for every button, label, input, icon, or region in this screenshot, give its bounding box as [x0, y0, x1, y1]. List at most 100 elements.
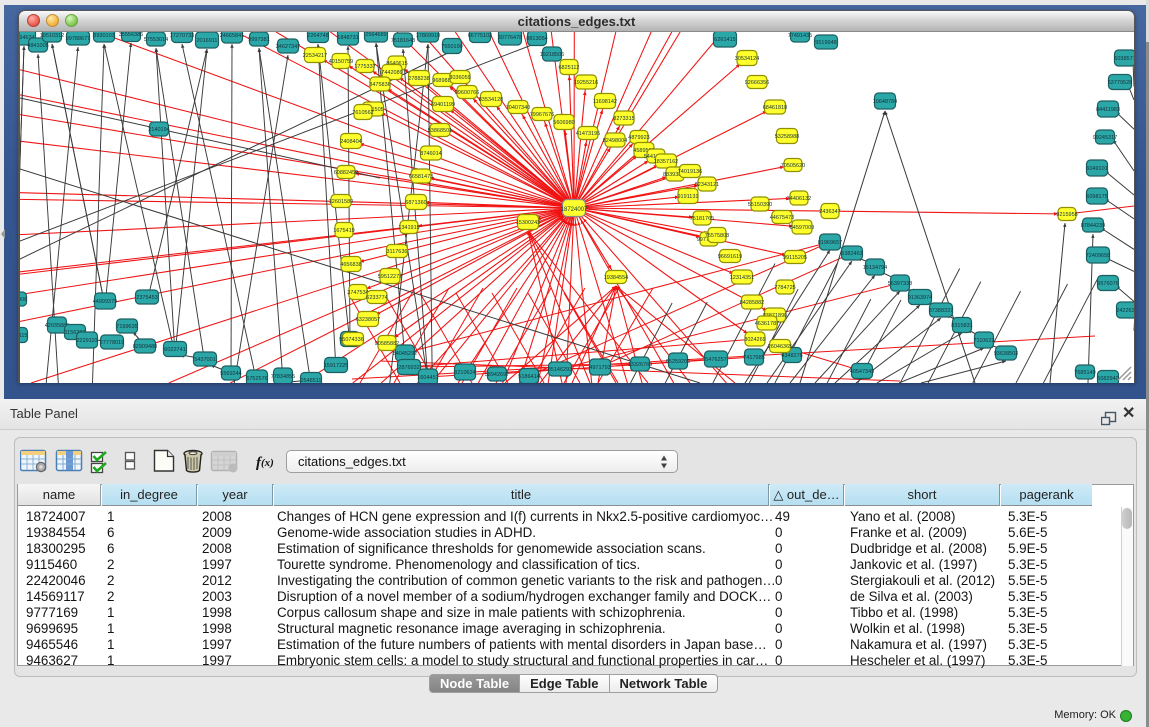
svg-text:87388337: 87388337	[929, 308, 953, 314]
svg-text:3475836: 3475836	[369, 82, 390, 88]
svg-text:8273315: 8273315	[613, 116, 634, 122]
svg-text:30534124: 30534124	[735, 56, 759, 62]
svg-text:5437001: 5437001	[194, 357, 215, 363]
svg-text:1848731: 1848731	[337, 35, 358, 41]
svg-text:70505620: 70505620	[781, 163, 805, 169]
svg-text:6049101: 6049101	[1086, 166, 1107, 172]
svg-text:2876932: 2876932	[398, 365, 419, 371]
svg-text:99245317: 99245317	[1093, 135, 1117, 141]
svg-text:53868501: 53868501	[428, 128, 452, 134]
svg-text:5074336: 5074336	[342, 337, 363, 343]
svg-text:8210624: 8210624	[454, 370, 475, 376]
svg-text:83534128: 83534128	[479, 97, 503, 103]
svg-text:44675473: 44675473	[770, 215, 794, 221]
svg-text:99600766: 99600766	[455, 90, 479, 96]
svg-text:15917225: 15917225	[324, 363, 348, 369]
svg-text:26046365: 26046365	[768, 344, 792, 350]
svg-text:7610562: 7610562	[352, 110, 373, 116]
svg-text:18724007: 18724007	[561, 207, 588, 213]
svg-text:82498004: 82498004	[603, 138, 627, 144]
svg-text:24665841: 24665841	[220, 33, 244, 39]
svg-text:93638503: 93638503	[994, 351, 1018, 357]
svg-text:62343121: 62343121	[695, 182, 719, 188]
svg-text:8315831: 8315831	[951, 323, 972, 329]
svg-text:2788238: 2788238	[408, 76, 429, 82]
svg-text:9576076: 9576076	[1097, 281, 1118, 287]
svg-text:2408404: 2408404	[340, 139, 361, 145]
svg-text:65259205: 65259205	[666, 359, 690, 365]
svg-text:53258988: 53258988	[775, 134, 799, 140]
svg-text:84285882: 84285882	[740, 300, 764, 306]
svg-text:4348276: 4348276	[781, 353, 802, 359]
svg-text:2564689: 2564689	[365, 32, 386, 38]
svg-text:10648784: 10648784	[873, 99, 897, 105]
svg-text:2422633: 2422633	[1116, 308, 1134, 314]
svg-text:84411983: 84411983	[1096, 107, 1120, 113]
svg-text:19510312: 19510312	[40, 33, 64, 39]
svg-text:15300243: 15300243	[516, 220, 540, 226]
svg-text:68461818: 68461818	[763, 105, 787, 111]
svg-text:7417985: 7417985	[743, 355, 764, 361]
svg-text:1604451: 1604451	[417, 375, 438, 381]
svg-text:7110622: 7110622	[973, 338, 994, 344]
svg-text:77834855: 77834855	[271, 374, 295, 380]
svg-text:9191131: 9191131	[677, 194, 698, 200]
svg-text:26090908: 26090908	[20, 297, 27, 303]
svg-text:9519948: 9519948	[815, 40, 836, 46]
svg-text:96691619: 96691619	[718, 254, 742, 260]
svg-text:5682940: 5682940	[1097, 376, 1118, 382]
svg-text:11698142: 11698142	[593, 99, 617, 105]
svg-text:6871360: 6871360	[405, 200, 426, 206]
svg-text:7784725: 7784725	[774, 285, 795, 291]
svg-text:99115205: 99115205	[783, 255, 807, 261]
svg-text:44999379: 44999379	[93, 299, 117, 305]
svg-text:60882459: 60882459	[334, 170, 358, 176]
svg-text:1675419: 1675419	[333, 228, 354, 234]
svg-text:55150390: 55150390	[748, 202, 772, 208]
svg-text:75181648: 75181648	[391, 38, 415, 44]
svg-text:92666356: 92666356	[745, 80, 769, 86]
svg-text:34406132: 34406132	[787, 196, 811, 202]
svg-text:2229110: 2229110	[76, 338, 97, 344]
svg-text:46361787: 46361787	[755, 321, 779, 327]
svg-text:6752576: 6752576	[246, 376, 267, 382]
svg-text:8813054: 8813054	[526, 36, 547, 42]
svg-text:82909480: 82909480	[133, 344, 157, 350]
svg-text:22534217: 22534217	[303, 53, 327, 59]
svg-text:30776478: 30776478	[498, 35, 522, 41]
svg-text:70407340: 70407340	[506, 105, 530, 111]
svg-text:8746014: 8746014	[420, 151, 441, 157]
svg-text:13326769: 13326769	[628, 362, 652, 368]
svg-text:6033115: 6033115	[20, 333, 28, 339]
svg-text:84045292: 84045292	[393, 351, 417, 357]
svg-text:58942697: 58942697	[485, 372, 509, 378]
svg-text:74019136: 74019136	[678, 169, 702, 175]
svg-text:53779528: 53779528	[1108, 80, 1132, 86]
svg-text:75181765: 75181765	[690, 216, 714, 222]
svg-text:7685149: 7685149	[1074, 370, 1095, 376]
svg-text:2264748: 2264748	[307, 33, 328, 39]
svg-text:4656838: 4656838	[340, 262, 361, 268]
svg-text:4879923: 4879923	[628, 135, 649, 141]
svg-text:3024269: 3024269	[744, 337, 765, 343]
svg-text:8930103: 8930103	[93, 33, 114, 39]
svg-text:27778019: 27778019	[100, 340, 124, 346]
svg-text:66775103: 66775103	[468, 33, 492, 39]
svg-text:56397338: 56397338	[888, 281, 912, 287]
svg-text:4841005: 4841005	[27, 43, 48, 49]
svg-text:66581473: 66581473	[409, 174, 433, 180]
svg-text:15134794: 15134794	[863, 265, 887, 271]
svg-text:1341919: 1341919	[398, 225, 419, 231]
svg-text:40150759: 40150759	[329, 59, 353, 65]
svg-text:1775337: 1775337	[354, 64, 375, 70]
svg-text:12601580: 12601580	[329, 199, 353, 205]
svg-text:17270733: 17270733	[170, 33, 194, 39]
svg-text:6038571: 6038571	[1114, 56, 1134, 62]
svg-text:34627347: 34627347	[276, 44, 300, 50]
svg-text:9997381: 9997381	[248, 37, 269, 43]
svg-text:2140194: 2140194	[148, 127, 169, 133]
svg-text:19255216: 19255216	[574, 80, 598, 86]
svg-text:19218506: 19218506	[540, 52, 564, 58]
svg-text:91363974: 91363974	[908, 295, 932, 301]
svg-text:5569244: 5569244	[220, 371, 241, 377]
